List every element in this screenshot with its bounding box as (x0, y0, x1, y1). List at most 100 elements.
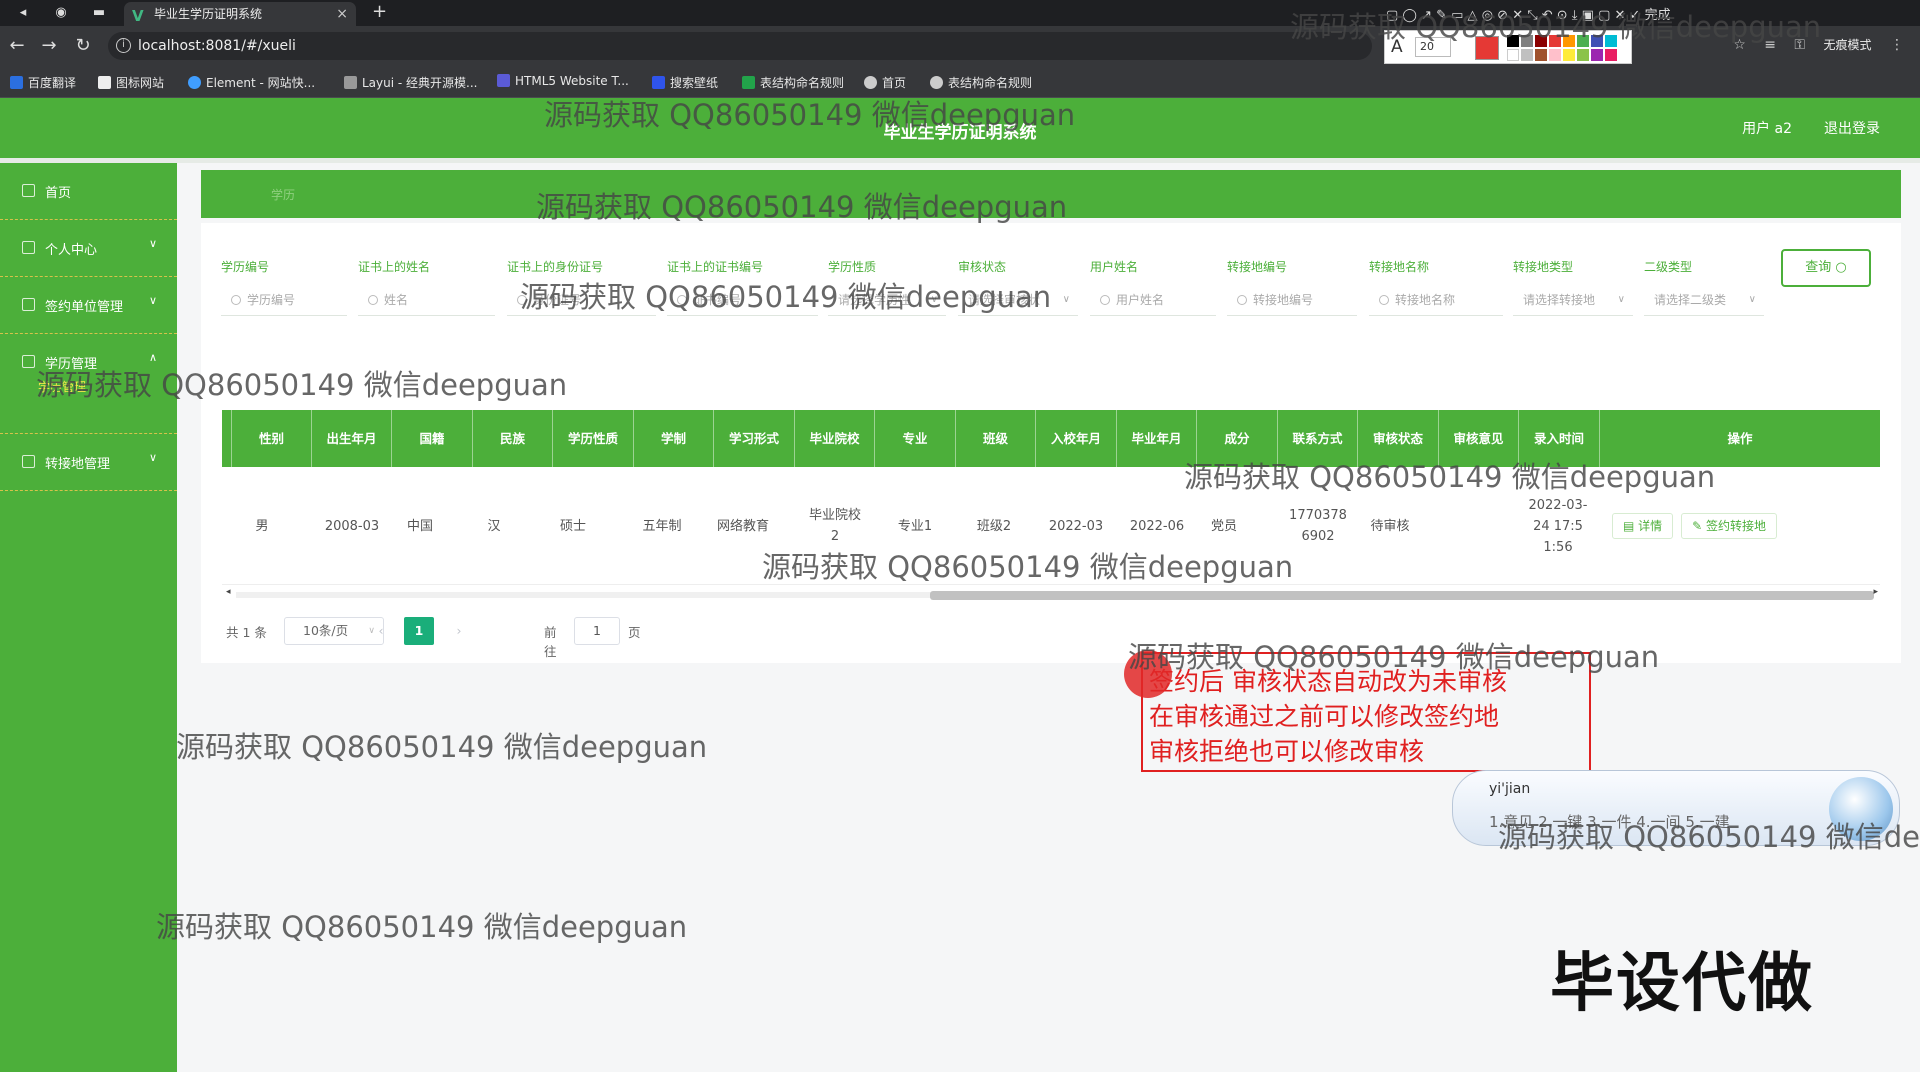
color-swatch[interactable] (1521, 49, 1533, 61)
logout-button[interactable]: 退出登录 (1824, 118, 1880, 138)
filter-label: 用户姓名 (1090, 260, 1139, 274)
color-swatch[interactable] (1591, 35, 1603, 47)
filter-education-no: 学历编号 学历编号 (221, 258, 347, 316)
color-swatch[interactable] (1521, 35, 1533, 47)
column-header: 性别 (232, 410, 312, 467)
forward-icon[interactable]: → (38, 35, 60, 56)
new-tab-icon[interactable]: + (372, 1, 387, 22)
cell-review-status: 待审核 (1370, 518, 1410, 534)
close-tab-icon[interactable]: × (336, 2, 348, 26)
education-no-input[interactable]: 学历编号 (221, 286, 347, 316)
search-icon (368, 295, 378, 305)
transfer-no-input[interactable]: 转接地编号 (1227, 286, 1357, 316)
annotation-line: 签约后 审核状态自动改为未审核 (1149, 667, 1507, 696)
scroll-thumb[interactable] (930, 591, 1874, 600)
color-swatch[interactable] (1563, 35, 1575, 47)
goto-page-input[interactable]: 1 (574, 617, 620, 645)
cell-nationality: 中国 (406, 518, 433, 534)
drawing-tools-icons[interactable]: ▢ ◯ ↗ ✎ ▭ △ ◎ ⊘ ✕ ⤡ ↶ ⊙ ⤓ ▣ ▢ ✕ ✓ 完成 (1386, 4, 1671, 23)
user-name-input[interactable]: 用户姓名 (1090, 286, 1216, 316)
promo-text: 毕设代做 (1550, 947, 1814, 1021)
prev-page-icon[interactable]: ‹ (366, 617, 396, 645)
font-icon[interactable]: A (1391, 37, 1403, 57)
detail-button[interactable]: ▤ 详情 (1612, 513, 1674, 539)
scroll-left-icon[interactable]: ◂ (226, 587, 231, 597)
filter-degree-type: 学历性质 请选择学历性 ∨ (828, 258, 946, 316)
ime-pinyin: yi'jian (1489, 781, 1531, 797)
current-color-swatch[interactable] (1475, 36, 1499, 60)
bookmark-item[interactable]: 搜索壁纸 (652, 74, 718, 91)
scroll-right-icon[interactable]: ▸ (1873, 587, 1878, 597)
next-page-icon[interactable]: › (444, 617, 474, 645)
color-swatch[interactable] (1535, 35, 1547, 47)
sidebar-item-personal-center[interactable]: 个人中心 ∨ (0, 220, 177, 277)
bookmark-item[interactable]: 表结构命名规则 (930, 74, 1032, 91)
goto-label: 前往 (544, 625, 557, 659)
color-swatch[interactable] (1507, 35, 1519, 47)
color-swatch[interactable] (1605, 35, 1617, 47)
sidebar-item-contract-units[interactable]: 签约单位管理 ∨ (0, 277, 177, 334)
sub-type-select[interactable]: 请选择二级类 ∨ (1644, 286, 1764, 316)
menu-icon[interactable]: ⋮ (1890, 37, 1904, 53)
annotation-box: 签约后 审核状态自动改为未审核 在审核通过之前可以修改签约地 审核拒绝也可以修改… (1141, 652, 1591, 772)
bookmark-item[interactable]: 表结构命名规则 (742, 74, 844, 91)
back-icon[interactable]: ← (6, 35, 28, 56)
transfer-type-select[interactable]: 请选择转接地 ∨ (1513, 286, 1633, 316)
bookmark-item[interactable]: 图标网站 (98, 74, 164, 91)
star-icon[interactable]: ☆ (1733, 37, 1746, 53)
color-swatch[interactable] (1549, 49, 1561, 61)
column-header: 专业 (875, 410, 956, 467)
color-swatch[interactable] (1549, 35, 1561, 47)
color-swatch[interactable] (1591, 49, 1603, 61)
speaker-icon[interactable]: ◂ (14, 4, 32, 22)
certificate-no-input[interactable]: 证书编号 (667, 286, 818, 316)
color-swatch[interactable] (1563, 49, 1575, 61)
reload-icon[interactable]: ↻ (72, 35, 94, 56)
window-icon[interactable]: ▬ (90, 4, 108, 22)
id-number-input[interactable]: 身份证号 (507, 286, 656, 316)
current-page[interactable]: 1 (404, 617, 434, 645)
sidebar-subitem-education[interactable]: 学历管理 (38, 378, 86, 395)
sidebar-item-education[interactable]: 学历管理 ∧ 学历管理 (0, 334, 177, 434)
incognito-label[interactable]: 无痕模式 (1824, 38, 1872, 52)
degree-type-select[interactable]: 请选择学历性 ∨ (828, 286, 946, 316)
bookmark-item[interactable]: HTML5 Website T... (497, 74, 629, 88)
color-swatch[interactable] (1577, 49, 1589, 61)
sidebar-item-home[interactable]: 首页 (0, 163, 177, 220)
bookmark-item[interactable]: Element - 网站快... (188, 74, 315, 91)
breadcrumb[interactable]: 学历 (271, 186, 295, 203)
transfer-name-input[interactable]: 转接地名称 (1369, 286, 1503, 316)
url-field[interactable]: i localhost:8081/#/xueli (108, 32, 1372, 60)
tab-title: 毕业生学历证明系统 (154, 7, 263, 21)
bookmark-item[interactable]: Layui - 经典开源模... (344, 74, 477, 91)
ime-candidates[interactable]: 1.意见 2.一键 3.一件 4.一间 5.一建 (1489, 811, 1730, 832)
chevron-down-icon: ∨ (1617, 294, 1625, 305)
current-user[interactable]: 用户 a2 (1742, 118, 1792, 138)
key-icon[interactable]: ⚿ (1794, 37, 1805, 53)
browser-logo-icon[interactable]: ◉ (52, 4, 70, 22)
font-size-select[interactable]: 20 (1415, 37, 1451, 57)
column-header: 录入时间 (1519, 410, 1600, 467)
filter-label: 学历性质 (828, 260, 877, 274)
filter-user-name: 用户姓名 用户姓名 (1090, 258, 1216, 316)
sidebar-item-label: 学历管理 (45, 357, 98, 372)
bookmark-item[interactable]: 百度翻译 (10, 74, 76, 91)
sidebar-item-transfer[interactable]: 转接地管理 ∨ (0, 434, 177, 491)
color-swatch[interactable] (1577, 35, 1589, 47)
table-header: 性别 出生年月 国籍 民族 学历性质 学制 学习形式 毕业院校 专业 班级 入校… (222, 410, 1880, 467)
color-swatch[interactable] (1507, 49, 1519, 61)
color-swatch[interactable] (1605, 49, 1617, 61)
bookmark-item[interactable]: 首页 (864, 74, 906, 91)
table-header-spacer (222, 410, 232, 467)
info-icon[interactable]: i (116, 38, 131, 53)
name-input[interactable]: 姓名 (358, 286, 495, 316)
header-divider (0, 158, 1920, 163)
active-tab[interactable]: V 毕业生学历证明系统 × (124, 2, 356, 26)
review-status-select[interactable]: 请选择审核状 ∨ (958, 286, 1078, 316)
sign-transfer-button[interactable]: ✎ 签约转接地 (1681, 513, 1778, 539)
column-header: 操作 (1727, 431, 1753, 446)
horizontal-scrollbar[interactable]: ◂ ▸ (222, 585, 1880, 603)
query-button[interactable]: 查询 ○ (1781, 249, 1871, 287)
reading-list-icon[interactable]: ≡ (1764, 37, 1776, 53)
color-swatch[interactable] (1535, 49, 1547, 61)
